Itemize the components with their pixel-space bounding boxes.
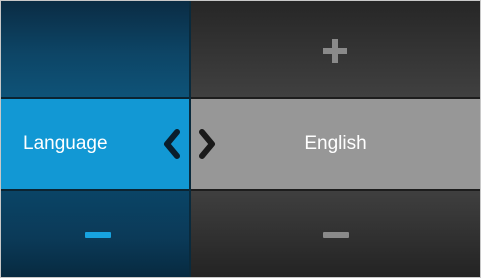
setting-value-cell[interactable]: English: [191, 99, 480, 189]
setting-label-cell: Language: [1, 99, 189, 189]
value-column: English: [191, 1, 480, 277]
decrease-button[interactable]: [191, 191, 480, 277]
plus-icon: [323, 39, 347, 63]
label-column: Language: [1, 1, 189, 277]
label-down-button[interactable]: [1, 191, 189, 277]
minus-icon: [323, 232, 349, 238]
increase-button[interactable]: [191, 1, 480, 97]
language-setting-panel: Language English: [0, 0, 481, 278]
setting-label: Language: [23, 133, 108, 154]
minus-icon: [85, 232, 111, 238]
label-up-area: [1, 1, 189, 97]
chevron-left-icon[interactable]: [161, 128, 183, 160]
setting-value: English: [304, 133, 367, 154]
